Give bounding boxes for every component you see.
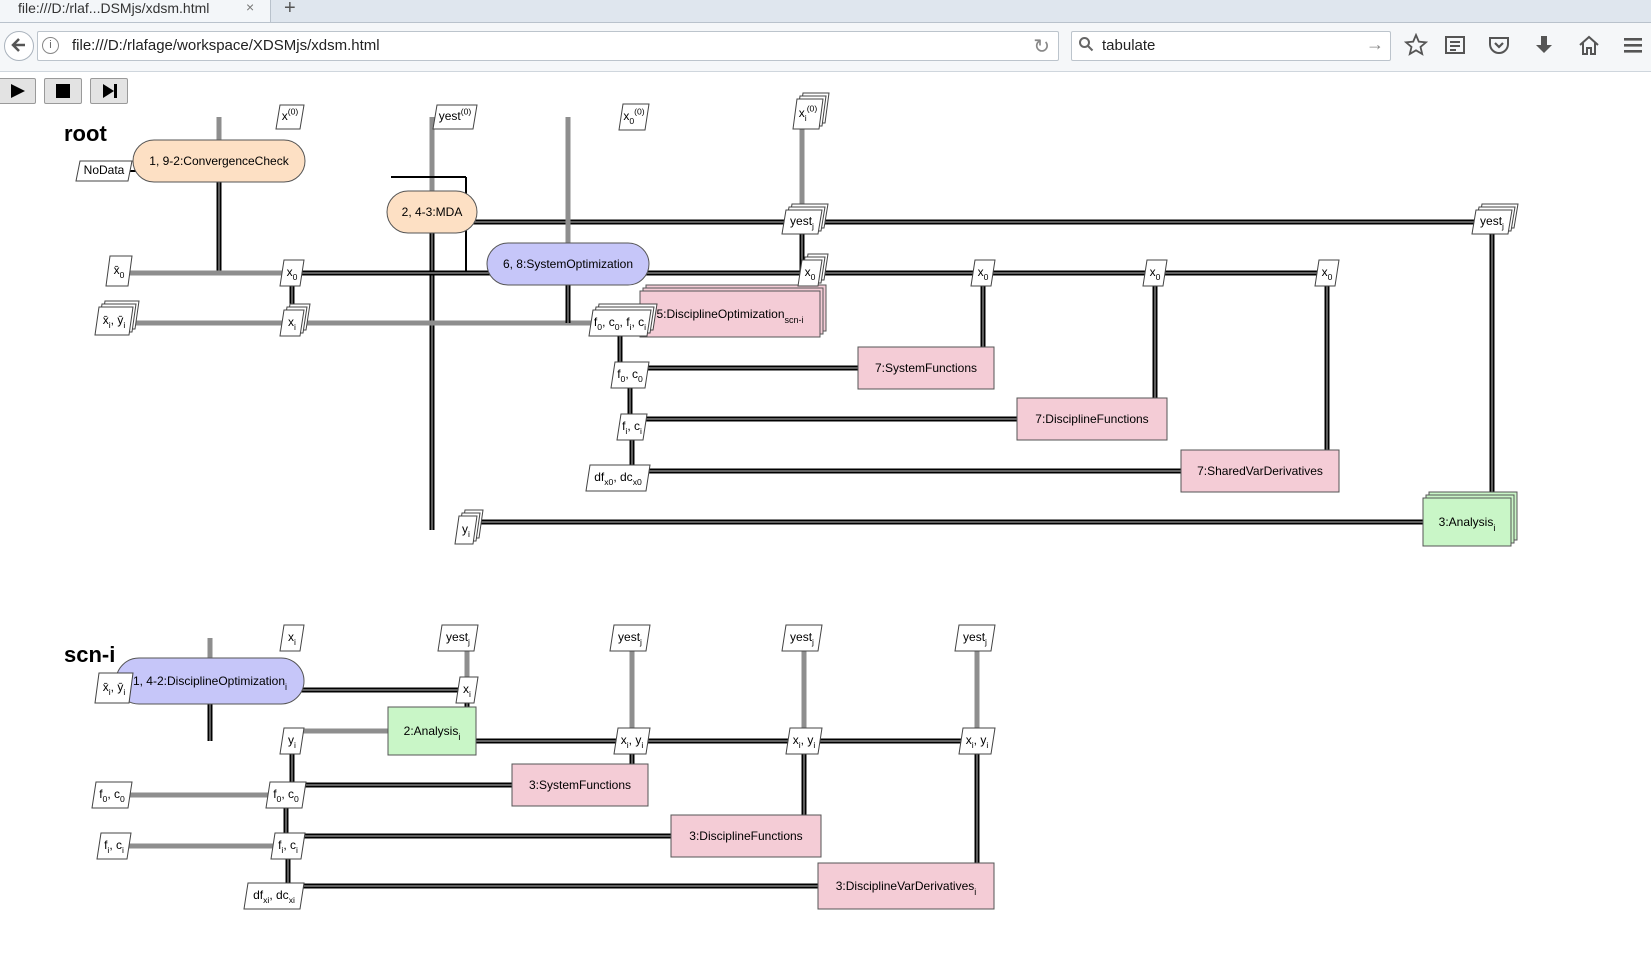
data-block-yi2[interactable]: yi​ xyxy=(279,727,305,755)
node-3-disciplinefunctions[interactable]: 3:DisciplineFunctions xyxy=(670,814,822,858)
xdsm-canvas: root 1, 9-2:ConvergenceCheck 2, 4-3:MDA 6, … xyxy=(64,92,1519,910)
data-block-xy2[interactable]: xi​, yi​ xyxy=(785,727,823,755)
search-go-icon[interactable]: → xyxy=(1366,34,1384,55)
node-label: 7:SharedVarDerivatives xyxy=(1197,464,1323,478)
node-1-4-2-disciplineoptimization[interactable]: 1, 4-2:DisciplineOptimizationi xyxy=(115,657,305,705)
home-icon[interactable] xyxy=(1578,34,1600,56)
node-5-disciplineoptimization[interactable]: 5:DisciplineOptimizationscn-i xyxy=(639,284,827,338)
data-block-x0c[interactable]: x0​ xyxy=(970,259,996,287)
search-input[interactable] xyxy=(1102,35,1352,55)
data-block-xyb[interactable]: x̄i​, ȳi​ xyxy=(94,672,134,704)
data-block-xy1[interactable]: xi​, yi​ xyxy=(613,727,651,755)
node-3-disciplinevarderivatives[interactable]: 3:DisciplineVarDerivativesi xyxy=(817,862,995,910)
data-block-f0c0[interactable]: f0​, c0​ xyxy=(610,361,650,389)
data-block-xi2[interactable]: xi​ xyxy=(455,676,479,704)
data-block-yj2[interactable]: yestj​ xyxy=(609,624,651,652)
node-1-9-2-convergencecheck[interactable]: 1, 9-2:ConvergenceCheck xyxy=(132,139,306,183)
node-7-disciplinefunctions[interactable]: 7:DisciplineFunctions xyxy=(1016,397,1168,441)
data-block-yi[interactable]: yi​ xyxy=(454,509,484,545)
pocket-icon[interactable] xyxy=(1488,35,1510,55)
data-block-x00in[interactable]: x0​(0)​ xyxy=(618,103,650,131)
node-label: 1, 9-2:ConvergenceCheck xyxy=(149,154,289,168)
node-2-4-3-mda[interactable]: 2, 4-3:MDA xyxy=(386,190,478,234)
data-block-x0d[interactable]: x0​ xyxy=(1142,259,1168,287)
url-text[interactable]: file:///D:/rlafage/workspace/XDSMjs/xdsm… xyxy=(72,37,380,54)
node-7-sharedvarderivatives[interactable]: 7:SharedVarDerivatives xyxy=(1180,449,1340,493)
data-block-yj1[interactable]: yestj​ xyxy=(437,624,479,652)
back-arrow-icon xyxy=(11,38,25,52)
search-icon xyxy=(1079,37,1094,52)
data-block-f0c02[interactable]: f0​, c0​ xyxy=(265,781,307,809)
tab-title: file:///D:/rlaf...DSMjs/xdsm.html xyxy=(18,0,210,16)
node-3-systemfunctions[interactable]: 3:SystemFunctions xyxy=(511,763,649,807)
node-3-analysis[interactable]: 3:Analysisi xyxy=(1422,491,1518,547)
node-7-systemfunctions[interactable]: 7:SystemFunctions xyxy=(857,346,995,390)
data-block-yestj1[interactable]: yestj​ xyxy=(781,203,829,235)
data-block-fc[interactable]: f0​, c0​, fi​, ci​ xyxy=(588,303,658,337)
tab-bar: file:///D:/rlaf...DSMjs/xdsm.html × + xyxy=(0,0,1651,23)
data-block-ficiin[interactable]: fi​, ci​ xyxy=(96,832,132,860)
node-2-analysis[interactable]: 2:Analysisi xyxy=(387,706,477,756)
node-label: 3:SystemFunctions xyxy=(529,778,631,792)
section-title: scn-i xyxy=(64,642,115,667)
navigation-toolbar: i file:///D:/rlafage/workspace/XDSMjs/xd… xyxy=(0,23,1651,72)
data-block-xybar[interactable]: x̄i​, ȳi​ xyxy=(94,300,140,336)
data-block-xiin2[interactable]: xi​ xyxy=(279,624,305,652)
data-block-yj4[interactable]: yestj​ xyxy=(954,624,996,652)
url-bar[interactable]: i file:///D:/rlafage/workspace/XDSMjs/xd… xyxy=(37,31,1059,61)
data-block-fici[interactable]: fi​, ci​ xyxy=(616,413,648,441)
site-info-icon[interactable]: i xyxy=(42,37,59,54)
data-label: NoData xyxy=(84,163,125,177)
browser-tab[interactable]: file:///D:/rlaf...DSMjs/xdsm.html × xyxy=(0,0,271,22)
node-label: 2, 4-3:MDA xyxy=(402,205,463,219)
node-label: 7:SystemFunctions xyxy=(875,361,977,375)
back-button[interactable] xyxy=(4,31,34,61)
data-block-dfdc[interactable]: dfx0​, dcx0​ xyxy=(585,464,651,492)
node-label: 6, 8:SystemOptimization xyxy=(503,257,633,271)
bookmark-star-icon[interactable] xyxy=(1404,33,1428,57)
data-block-dfdc2[interactable]: dfxi​, dcxi​ xyxy=(243,882,305,910)
data-block-x0in[interactable]: x(0)​ xyxy=(275,104,305,130)
data-block-yestin[interactable]: yest(0)​ xyxy=(432,104,478,130)
data-block-x0e[interactable]: x0​ xyxy=(1314,259,1340,287)
section-title: root xyxy=(64,121,107,146)
data-block-x0a[interactable]: x0​ xyxy=(279,259,305,287)
data-block-nodata[interactable]: NoData xyxy=(75,160,133,182)
close-tab-icon[interactable]: × xyxy=(246,0,254,14)
node-6-8-systemoptimization[interactable]: 6, 8:SystemOptimization xyxy=(486,242,650,286)
data-block-yj3[interactable]: yestj​ xyxy=(781,624,823,652)
node-label: 3:DisciplineFunctions xyxy=(689,829,802,843)
data-block-xy3[interactable]: xi​, yi​ xyxy=(958,727,996,755)
search-bar[interactable]: → xyxy=(1071,31,1391,61)
data-block-xi[interactable]: xi​ xyxy=(279,303,311,337)
data-block-x0bar[interactable]: x̄0​ xyxy=(105,255,133,287)
menu-icon[interactable] xyxy=(1622,36,1644,54)
new-tab-button[interactable]: + xyxy=(284,0,296,20)
data-block-fici2[interactable]: fi​, ci​ xyxy=(270,832,306,860)
diagram-elements: root 1, 9-2:ConvergenceCheck 2, 4-3:MDA 6, … xyxy=(64,92,1519,910)
data-block-xiin[interactable]: xi​(0)​ xyxy=(792,92,830,130)
reload-icon[interactable]: ↻ xyxy=(1033,34,1050,59)
data-block-yestj2[interactable]: yestj​ xyxy=(1471,203,1519,235)
download-icon[interactable] xyxy=(1534,34,1554,56)
data-block-f0c0in[interactable]: f0​, c0​ xyxy=(91,781,133,809)
node-label: 7:DisciplineFunctions xyxy=(1035,412,1148,426)
reading-list-icon[interactable] xyxy=(1444,35,1466,55)
